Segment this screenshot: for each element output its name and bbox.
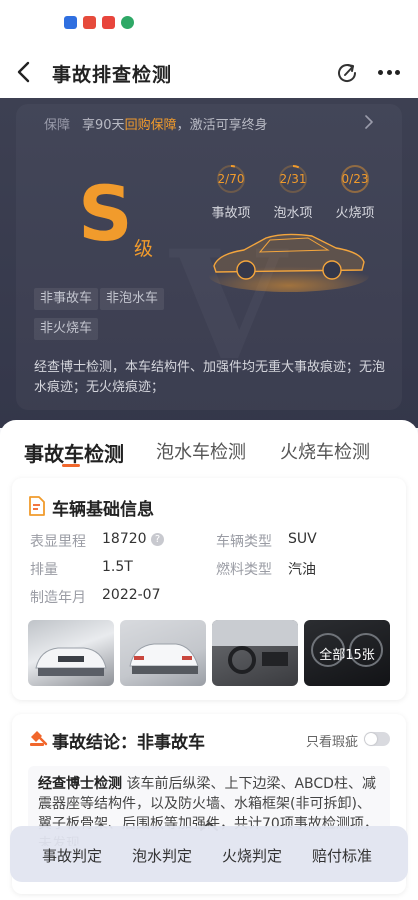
tag-non-accident: 非事故车 [34,288,99,310]
app-bar: 事故排查检测 [0,46,418,98]
tag-non-fire: 非火烧车 [34,318,99,340]
mileage-value: 18720 [102,531,147,547]
grade-letter: S [78,169,133,258]
document-icon [29,496,45,516]
tab-flood[interactable]: 泡水车检测 [156,438,246,464]
guarantee-highlight: 回购保障 [124,118,177,133]
back-arrow-icon[interactable] [14,60,34,84]
car-illustration-icon [209,233,369,292]
status-icons [64,16,134,29]
all-photos-link[interactable]: 全部15张 [304,620,390,686]
chevron-right-icon[interactable] [364,114,374,130]
detail-brand: 经查博士检测 [38,776,122,792]
fuel-type-label: 燃料类型 [216,562,272,578]
accident-conclusion-title: 事故结论：非事故车 [52,733,205,753]
nav-accident-judgement[interactable]: 事故判定 [42,845,102,866]
tab-active-indicator [62,464,80,467]
defects-only-label: 只看瑕疵 [306,735,359,750]
tab-fire[interactable]: 火烧车检测 [280,438,370,464]
mileage-label: 表显里程 [30,534,86,550]
nav-flood-judgement[interactable]: 泡水判定 [132,845,192,866]
more-icon[interactable] [378,70,400,76]
guarantee-suffix: ，激活可享终身 [176,118,268,133]
flood-metric-value: 2/31 [279,172,307,186]
car-photo-front[interactable] [28,620,114,686]
status-bar [0,0,418,46]
car-photo-rear[interactable] [120,620,206,686]
displacement-label: 排量 [30,562,58,578]
manufacture-date-value: 2022-07 [102,587,161,603]
accident-metric-value: 2/70 [217,172,245,186]
manufacture-date-label: 制造年月 [30,590,86,606]
grade-suffix: 级 [134,238,154,260]
nav-compensation-standard[interactable]: 赔付标准 [312,845,372,866]
fire-metric-value: 0/23 [341,172,369,186]
inspection-tabs: 事故车检测 泡水车检测 火烧车检测 [0,420,418,476]
tag-non-flood: 非泡水车 [100,288,165,310]
bottom-judgement-bar: 事故判定 泡水判定 火烧判定 赔付标准 [10,826,408,882]
car-photo-interior[interactable] [212,620,298,686]
vehicle-type-value: SUV [288,531,317,547]
share-icon[interactable] [334,60,360,86]
basic-info-title: 车辆基础信息 [52,500,154,520]
car-photo-dashboard[interactable]: 全部15张 [304,620,390,686]
car-photo-interior-image [212,620,298,674]
guarantee-prefix: 享90天 [82,118,125,133]
help-icon[interactable]: ? [151,533,164,546]
app-icon-red [83,16,96,29]
app-icon-blue [64,16,77,29]
displacement-value: 1.5T [102,559,133,575]
fuel-type-value: 汽油 [288,562,316,578]
car-photo-front-image [35,647,107,676]
page-title: 事故排查检测 [52,64,173,86]
defects-only-toggle[interactable] [364,732,390,746]
nav-fire-judgement[interactable]: 火烧判定 [222,845,282,866]
guarantee-banner[interactable]: 保障 享90天回购保障，激活可享终身 [44,114,268,133]
vehicle-type-label: 车辆类型 [216,534,272,550]
app-icon-green [121,16,134,29]
guarantee-label: 保障 [44,118,71,133]
app-icon-red-2 [102,16,115,29]
hammer-icon [30,731,48,746]
inspection-summary: 经查博士检测，本车结构件、加强件均无重大事故痕迹；无泡水痕迹；无火烧痕迹； [34,360,386,395]
car-photo-rear-image [129,643,199,674]
tab-accident[interactable]: 事故车检测 [24,438,124,467]
